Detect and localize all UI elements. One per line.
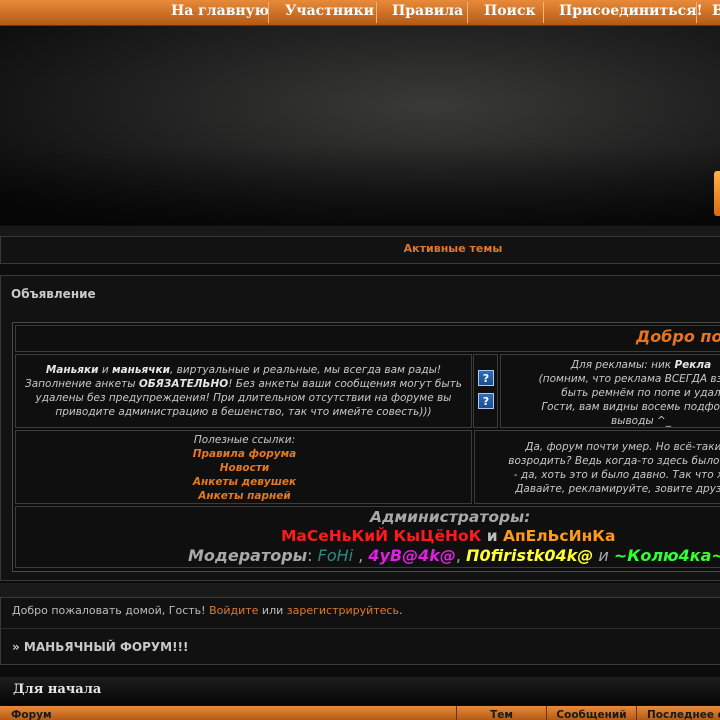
and-text: и (481, 527, 503, 545)
maniac-girls-word: маньячки (112, 364, 170, 376)
greeting-text: Добро пожаловать домой, Гость! (12, 604, 210, 617)
admins-line: МаСеНьКиЙ КыЦёНоК и АпЕлЬсИнКа (281, 527, 615, 545)
column-forum: Форум (0, 706, 457, 720)
nav-separator (467, 2, 468, 23)
nav-separator (543, 2, 544, 23)
ad-line: выводы ^_ (610, 415, 672, 427)
question-icon[interactable]: ? (478, 370, 494, 386)
nav-separator (376, 2, 377, 23)
column-posts: Сообщений (547, 706, 637, 720)
nav-separator (696, 2, 697, 23)
greeting-line: Добро пожаловать домой, Гость! Войдите и… (12, 604, 402, 617)
nav-members[interactable]: Участники (285, 3, 374, 19)
divider-strip (0, 226, 720, 236)
mods-label: Модераторы (188, 546, 308, 565)
nav-join[interactable]: Присоединиться! (559, 3, 703, 19)
banner-shade (0, 26, 720, 225)
nav-more[interactable]: В (712, 3, 720, 19)
forum-revival-text: Да, форум почти умер. Но всё-таки, возро… (508, 441, 720, 495)
admin-name[interactable]: АпЕлЬсИнКа (503, 527, 615, 545)
welcome-heading-cell (15, 325, 720, 352)
announcement-title: Объявление (11, 287, 96, 301)
ad-line: Для рекламы: ник Рекла (570, 359, 712, 371)
nav-rules[interactable]: Правила (392, 3, 463, 19)
moderator-name[interactable]: FoHi (318, 546, 353, 565)
and-text: и (593, 546, 614, 565)
separator: , (353, 546, 369, 565)
mods-line: Модераторы: FoHi , 4уВ@4k@, П0firistk04k… (188, 546, 720, 565)
useful-links: Полезные ссылки: Правила форума Новости … (16, 433, 473, 503)
useful-links-label: Полезные ссылки: (193, 434, 296, 446)
nav-search[interactable]: Поиск (484, 3, 536, 19)
category-title[interactable]: Для начала (13, 682, 101, 697)
link-girls-profiles[interactable]: Анкеты девушек (16, 475, 473, 489)
forum-title[interactable]: » МАНЬЯЧНЫЙ ФОРУМ!!! (12, 640, 189, 654)
divider-strip (0, 583, 720, 597)
register-link[interactable]: зарегистрируйтесь (287, 604, 399, 617)
link-boys-profiles[interactable]: Анкеты парней (16, 489, 473, 503)
moderator-name[interactable]: 4уВ@4k@ (368, 546, 456, 565)
top-navigation: На главную Участники Правила Поиск Присо… (0, 0, 720, 26)
ad-line: Гости, вам видны восемь подфорум (541, 401, 720, 413)
header-banner (0, 26, 720, 225)
question-icon[interactable]: ? (478, 393, 494, 409)
useful-links-cell: Полезные ссылки: Правила форума Новости … (15, 430, 472, 504)
column-last-post: Последнее с (637, 706, 720, 720)
greeting-divider (0, 628, 720, 629)
period: . (398, 604, 403, 617)
advertising-text-cell: Для рекламы: ник Рекла (помним, что рекл… (500, 354, 720, 428)
forum-revival-cell: Да, форум почти умер. Но всё-таки, возро… (474, 430, 720, 504)
separator: , (455, 546, 467, 565)
nav-separator (268, 2, 269, 23)
banner-glow (714, 171, 720, 216)
or-text: или (258, 604, 287, 617)
text-and: и (98, 364, 112, 376)
admins-label: Администраторы: (370, 508, 531, 526)
ad-line: (помним, что реклама ВСЕГДА взаим (538, 373, 720, 385)
welcome-heading: Добро по (636, 327, 720, 346)
mandatory-word: ОБЯЗАТЕЛЬНО (138, 378, 229, 390)
moderator-name[interactable]: ~Колю4ка~ (614, 546, 720, 565)
column-topics: Тем (457, 706, 547, 720)
link-forum-rules[interactable]: Правила форума (16, 447, 473, 461)
link-news[interactable]: Новости (16, 461, 473, 475)
colon: : (307, 546, 318, 565)
admin-name[interactable]: МаСеНьКиЙ КыЦёНоК (281, 527, 481, 545)
advertising-text: Для рекламы: ник Рекла (помним, что рекл… (501, 358, 720, 428)
active-topics-link[interactable]: Активные темы (0, 242, 720, 255)
moderator-name[interactable]: П0firistk04k@ (466, 546, 593, 565)
rules-text: Маньяки и маньячки, виртуальные и реальн… (18, 363, 469, 419)
ad-line: быть ремнём по попе и удал (561, 387, 720, 399)
rules-text-cell: Маньяки и маньячки, виртуальные и реальн… (15, 354, 472, 428)
category-header: Для начала (0, 677, 720, 705)
maniacs-word: Маньяки (45, 364, 99, 376)
nav-home[interactable]: На главную (171, 3, 269, 19)
login-link[interactable]: Войдите (209, 604, 258, 617)
icons-cell (473, 354, 498, 428)
